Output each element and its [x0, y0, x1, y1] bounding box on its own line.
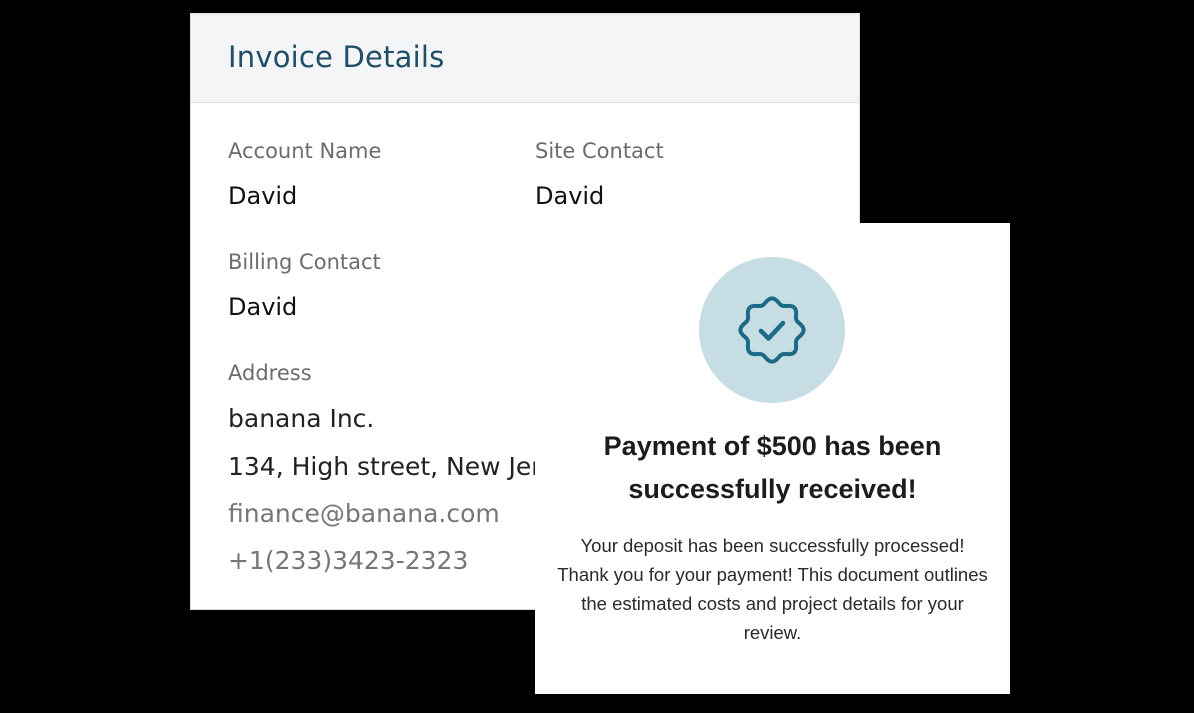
billing-contact-value: David — [228, 293, 298, 321]
billing-contact-label: Billing Contact — [228, 250, 381, 274]
address-phone: +1(233)3423-2323 — [228, 546, 469, 575]
invoice-header: Invoice Details — [191, 14, 859, 103]
address-label: Address — [228, 361, 312, 385]
account-name-label: Account Name — [228, 139, 382, 163]
address-street: 134, High street, New Jersey — [228, 452, 585, 481]
payment-title: Payment of $500 has been successfully re… — [603, 431, 942, 504]
verified-badge-check-icon — [738, 296, 806, 364]
site-contact-value: David — [535, 182, 605, 210]
payment-message: Your deposit has been successfully proce… — [557, 535, 988, 643]
address-company: banana Inc. — [228, 404, 375, 433]
invoice-title: Invoice Details — [228, 40, 445, 74]
payment-success-modal: Payment of $500 has been successfully re… — [535, 223, 1010, 694]
account-name-value: David — [228, 182, 298, 210]
screen: Invoice Details Account Name David Site … — [0, 0, 1194, 713]
address-email[interactable]: finance@banana.com — [228, 499, 500, 528]
success-badge — [699, 257, 845, 403]
site-contact-label: Site Contact — [535, 139, 664, 163]
